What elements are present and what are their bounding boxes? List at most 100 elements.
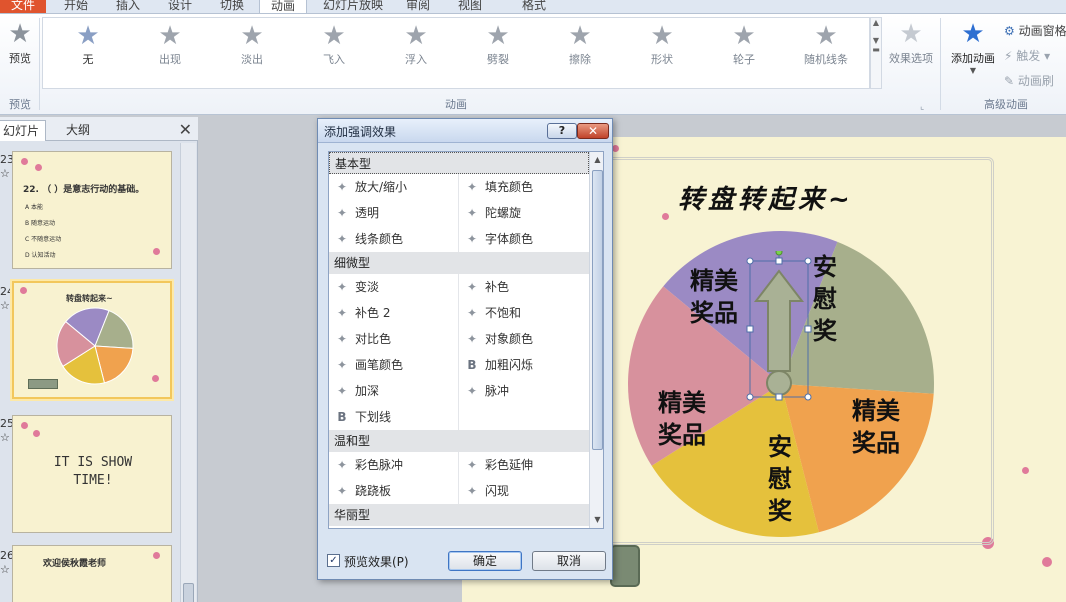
effect-star-icon: ✦: [466, 180, 478, 194]
animation-option-label: 飞入: [323, 53, 345, 66]
star-icon: ☆: [0, 167, 10, 180]
scrollbar-thumb[interactable]: [183, 583, 194, 602]
animation-painter-icon: ✎: [1004, 74, 1015, 88]
ribbon-tab[interactable]: 幻灯片放映: [315, 0, 391, 13]
animation-option-label: 劈裂: [487, 53, 509, 66]
effect-star-icon: ✦: [336, 484, 348, 498]
effect-star-icon: ✦: [336, 280, 348, 294]
arrow-pointer-shape[interactable]: [746, 251, 812, 403]
effect-item[interactable]: ✦ 线条颜色: [335, 226, 403, 252]
dialog-launcher-icon[interactable]: ⌞: [920, 102, 924, 112]
cancel-button[interactable]: 取消: [532, 551, 606, 571]
blossom-decoration: [612, 145, 619, 152]
effect-star-icon: ✦: [336, 206, 348, 220]
effect-item[interactable]: B 下划线: [335, 404, 391, 430]
animation-option[interactable]: ★ 淡出: [211, 22, 293, 67]
slide-thumbnail[interactable]: 22. （ ）是意志行动的基础。 A 本能 B 随意运动 C 不随意运动 D 认…: [12, 151, 172, 269]
effect-item[interactable]: ✦ 补色: [465, 274, 509, 300]
column-divider: [458, 274, 459, 430]
effect-star-icon: ✦: [336, 332, 348, 346]
animation-gallery[interactable]: ★ 无 ★ 出现 ★ 淡出 ★ 飞入 ★ 浮入 ★ 劈裂 ★ 擦除 ★ 形状 ★ 轮子 ★ 随机线条: [42, 17, 870, 89]
gallery-scroll[interactable]: ▲ ▼ ▬: [870, 17, 882, 89]
effect-item[interactable]: ✦ 对比色: [335, 326, 391, 352]
add-animation-button[interactable]: ★ 添加动画 ▼: [946, 20, 1000, 75]
effect-item-label: 脉冲: [485, 384, 510, 398]
effect-item[interactable]: ✦ 闪现: [465, 478, 509, 504]
effect-list[interactable]: ▲ ▼ 基本型 ✦ 放大/缩小 ✦ 填充颜色 ✦ 透明 ✦ 陀螺旋 ✦ 线条颜色 ✦ 字体颜色 细微型 ✦ 变…: [328, 151, 604, 529]
animation-option-label: 出现: [159, 53, 181, 66]
ok-button[interactable]: 确定: [448, 551, 522, 571]
ribbon-tab[interactable]: 格式: [506, 0, 562, 13]
animation-option[interactable]: ★ 飞入: [293, 22, 375, 67]
blossom-decoration: [153, 248, 160, 255]
effect-star-icon: ✦: [466, 332, 478, 346]
preview-button[interactable]: ★ 预览: [0, 20, 40, 66]
effect-item[interactable]: ✦ 透明: [335, 200, 379, 226]
effect-item[interactable]: ✦ 陀螺旋: [465, 200, 521, 226]
slide-thumbnail[interactable]: 欢迎侯秋霞老师: [12, 545, 172, 602]
effect-item[interactable]: ✦ 脉冲: [465, 378, 509, 404]
ribbon-tab[interactable]: 开始: [54, 0, 98, 13]
animation-option[interactable]: ★ 劈裂: [457, 22, 539, 67]
effect-item[interactable]: B 加粗闪烁: [465, 352, 533, 378]
animation-star-icon: ★: [486, 21, 510, 51]
effect-star-icon: ✦: [336, 384, 348, 398]
effect-options-button[interactable]: ★ 效果选项: [884, 20, 938, 66]
ribbon-tab[interactable]: 文件: [0, 0, 46, 13]
animation-option[interactable]: ★ 轮子: [703, 22, 785, 67]
effect-item[interactable]: ✦ 变淡: [335, 274, 379, 300]
tab-outline[interactable]: 大纲: [60, 120, 96, 141]
animation-option[interactable]: ★ 随机线条: [785, 22, 867, 67]
effect-item[interactable]: ✦ 补色 2: [335, 300, 390, 326]
effect-list-scrollbar[interactable]: ▲ ▼: [589, 152, 603, 528]
effect-item[interactable]: ✦ 加深: [335, 378, 379, 404]
scroll-up-icon[interactable]: ▲: [590, 152, 603, 168]
close-icon[interactable]: ✕: [179, 120, 192, 139]
help-button[interactable]: ?: [547, 123, 577, 139]
effect-item-label: 加粗闪烁: [485, 358, 534, 372]
effect-item[interactable]: ✦ 彩色延伸: [465, 452, 533, 478]
chevron-down-icon: ▼: [969, 66, 977, 75]
effect-star-icon: ✦: [466, 232, 478, 246]
effect-item[interactable]: ✦ 字体颜色: [465, 226, 533, 252]
scrollbar-thumb[interactable]: [592, 170, 603, 450]
preview-group-label: 预览: [9, 98, 31, 111]
ribbon-tab[interactable]: 视图: [448, 0, 492, 13]
slide-thumbnail-selected[interactable]: 转盘转起来~: [12, 281, 172, 399]
tab-slides[interactable]: 幻灯片: [0, 120, 47, 141]
effect-item[interactable]: ✦ 不饱和: [465, 300, 521, 326]
animation-option[interactable]: ★ 无: [47, 22, 129, 67]
scroll-down-icon[interactable]: ▼: [590, 512, 603, 528]
blossom-decoration: [152, 375, 159, 382]
animation-option[interactable]: ★ 形状: [621, 22, 703, 67]
close-button[interactable]: ✕: [577, 123, 609, 139]
effect-item[interactable]: ✦ 彩色脉冲: [335, 452, 403, 478]
ribbon-tab[interactable]: 设计: [158, 0, 202, 13]
slides-panel-scrollbar[interactable]: [180, 143, 196, 602]
wheel-label: 精美奖品: [852, 396, 900, 457]
slide-title[interactable]: 转盘转起来~: [678, 179, 854, 216]
animation-option[interactable]: ★ 浮入: [375, 22, 457, 67]
trigger-button[interactable]: ⚡ 触发 ▾: [1004, 47, 1050, 64]
preview-effect-checkbox[interactable]: ✓: [327, 554, 340, 567]
animation-option[interactable]: ★ 出现: [129, 22, 211, 67]
animation-pane-button[interactable]: ⚙ 动画窗格: [1004, 22, 1066, 39]
effect-item[interactable]: ✦ 填充颜色: [465, 174, 533, 200]
add-emphasis-effect-dialog: 添加强调效果 ? ✕ ▲ ▼ 基本型 ✦ 放大/缩小 ✦ 填充颜色 ✦ 透明 ✦ 陀螺旋 ✦ 线条颜…: [317, 118, 613, 580]
ribbon-tab[interactable]: 动画: [259, 0, 307, 13]
slide-thumbnail[interactable]: IT IS SHOW TIME!: [12, 415, 172, 533]
effect-item[interactable]: ✦ 对象颜色: [465, 326, 533, 352]
ribbon-tab[interactable]: 插入: [106, 0, 150, 13]
animation-option-label: 无: [82, 53, 94, 66]
ribbon-tab[interactable]: 切换: [210, 0, 254, 13]
effect-item[interactable]: ✦ 放大/缩小: [335, 174, 407, 200]
effect-category: 华丽型: [329, 504, 589, 526]
effect-item[interactable]: ✦ 跷跷板: [335, 478, 391, 504]
effect-item[interactable]: ✦ 画笔颜色: [335, 352, 403, 378]
effect-star-icon: ✦: [466, 384, 478, 398]
ribbon-tab[interactable]: 审阅: [396, 0, 440, 13]
animation-painter-button[interactable]: ✎ 动画刷: [1004, 72, 1054, 89]
start-button-shape[interactable]: [610, 545, 640, 587]
effect-item-label: 画笔颜色: [355, 358, 404, 372]
animation-option[interactable]: ★ 擦除: [539, 22, 621, 67]
